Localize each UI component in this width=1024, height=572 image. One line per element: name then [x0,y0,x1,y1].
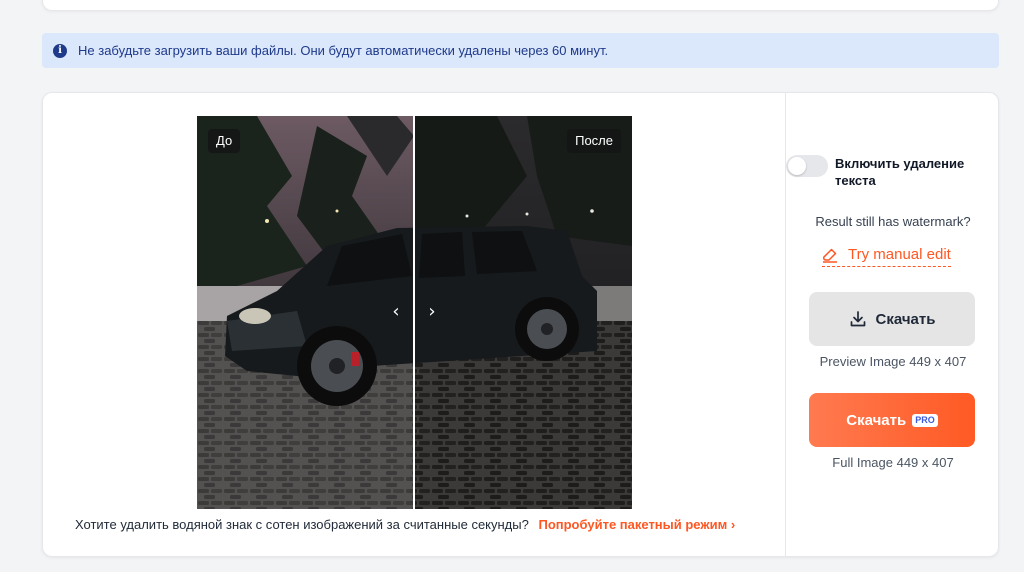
pro-badge: PRO [912,413,938,427]
text-removal-toggle[interactable] [786,155,828,177]
chevron-right-icon: › [730,517,736,532]
download-icon [850,311,865,327]
full-image-info: Full Image 449 x 407 [832,455,954,470]
watermark-question: Result still has watermark? [815,214,971,229]
eraser-icon [823,248,837,263]
batch-promo: Хотите удалить водяной знак с сотен изоб… [75,517,735,532]
notice-text: Не забудьте загрузить ваши файлы. Они бу… [78,43,609,58]
text-removal-label: Включить удаление текста [835,156,965,188]
before-label: До [208,129,241,153]
after-label: После [567,129,621,153]
manual-edit-label: Try manual edit [848,246,951,263]
before-after-compare[interactable]: ‹ › До После [197,116,632,509]
info-icon: i [53,43,67,58]
batch-question: Хотите удалить водяной знак с сотен изоб… [75,517,529,532]
manual-edit-link[interactable]: Try manual edit [822,243,951,267]
text-removal-toggle-row: Включить удаление текста [786,155,975,189]
pro-download-label: Скачать [846,411,907,429]
compare-divider-handle[interactable] [413,116,415,509]
toggle-knob [788,157,806,175]
download-full-button[interactable]: Скачать PRO [809,393,975,447]
chevron-right-icon[interactable]: › [425,302,439,322]
batch-link-label: Попробуйте пакетный режим [538,517,728,532]
preview-image-info: Preview Image 449 x 407 [819,354,967,369]
download-sidebar: Включить удаление текста Result still ha… [786,93,1000,556]
batch-mode-link[interactable]: Попробуйте пакетный режим › [538,517,735,532]
chevron-left-icon[interactable]: ‹ [389,302,403,322]
info-notice: i Не забудьте загрузить ваши файлы. Они … [42,33,999,68]
download-preview-button[interactable]: Скачать [809,292,975,346]
result-card: ‹ › До После Хотите удалить водяной знак… [42,92,999,557]
top-card [42,0,999,11]
download-label: Скачать [875,310,936,328]
